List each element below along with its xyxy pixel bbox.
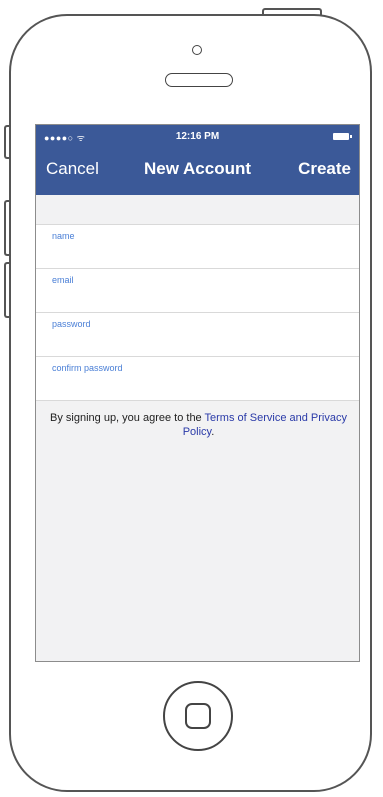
create-button[interactable]: Create — [298, 159, 351, 179]
name-field-row — [36, 225, 359, 269]
home-button[interactable] — [163, 681, 233, 751]
password-field-row — [36, 313, 359, 357]
navigation-bar: ●●●●○ ᯤ 12:16 PM Cancel New Account Crea… — [36, 125, 359, 195]
battery-icon — [333, 133, 352, 140]
terms-of-service-link[interactable]: Terms of Service — [205, 412, 287, 424]
terms-conjunction: and — [286, 412, 311, 424]
confirm-password-input[interactable] — [52, 363, 332, 373]
terms-suffix: . — [211, 426, 215, 438]
status-bar: ●●●●○ ᯤ 12:16 PM — [36, 130, 359, 144]
signup-form — [36, 224, 359, 401]
terms-notice: By signing up, you agree to the Terms of… — [44, 411, 353, 439]
status-time: 12:16 PM — [175, 131, 220, 142]
name-input[interactable] — [52, 231, 332, 241]
email-field-row — [36, 269, 359, 313]
home-square-icon — [185, 703, 211, 729]
cancel-button[interactable]: Cancel — [46, 159, 99, 179]
app-screen: ●●●●○ ᯤ 12:16 PM Cancel New Account Crea… — [35, 124, 360, 662]
email-input[interactable] — [52, 275, 332, 285]
password-input[interactable] — [52, 319, 332, 329]
terms-prefix: By signing up, you agree to the — [50, 412, 205, 424]
confirm-password-field-row — [36, 357, 359, 400]
camera-icon — [192, 45, 202, 55]
speaker-grille — [165, 73, 233, 87]
